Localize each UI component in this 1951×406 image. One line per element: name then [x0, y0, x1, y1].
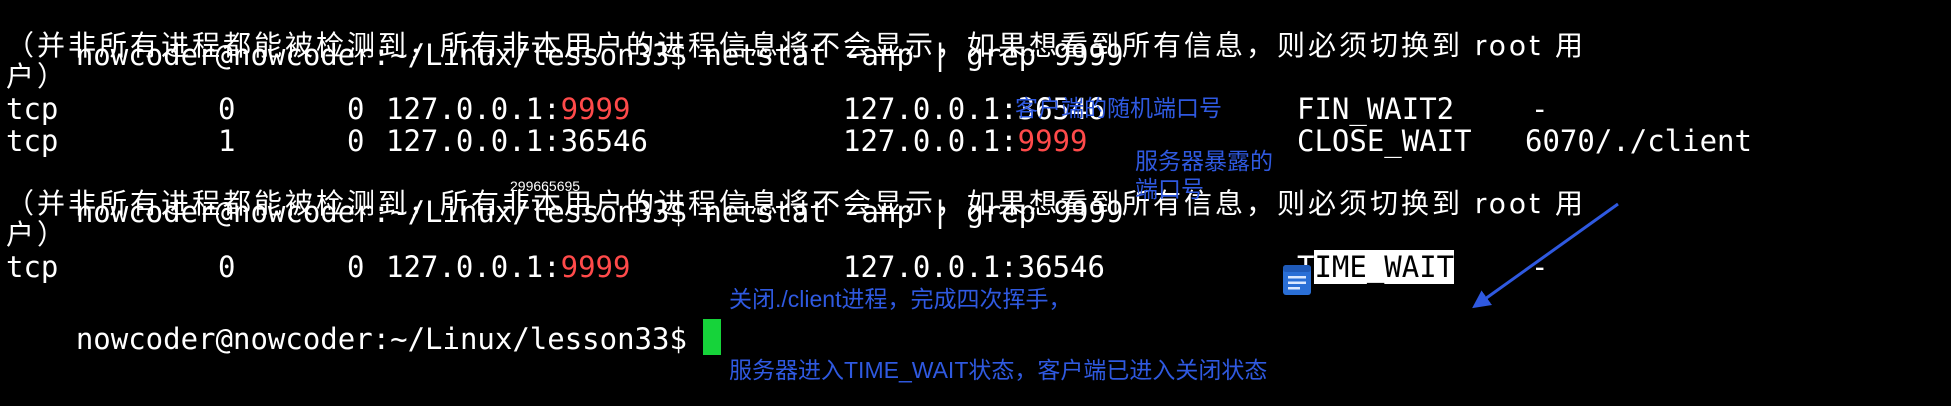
pid-cell: 6070/./client: [1525, 124, 1752, 158]
overlay-number: 299665695: [510, 178, 581, 194]
annotation-client-port: 客户端的随机端口号: [1015, 95, 1222, 121]
foreign-address-cell: 127.0.0.1:36546: [843, 247, 1105, 287]
terminal-window[interactable]: nowcoder@nowcoder:~/Linux/lesson33$ nets…: [0, 0, 1951, 406]
foreign-ip: 127.0.0.1:: [843, 250, 1018, 284]
cursor[interactable]: [702, 319, 721, 355]
annotation-server-port: 服务器暴露的 端口号: [1135, 148, 1273, 202]
state-cell: CLOSE_WAIT: [1297, 124, 1472, 158]
notice-line: （并非所有进程都能被检测到，所有非本用户的进程信息将不会显示，如果想看到所有信息…: [6, 29, 1586, 62]
annotation-server-state: 服务器进入TIME_WAIT状态，客户端已进入关闭状态: [729, 357, 1268, 383]
annotation-close-client: 关闭./client进程，完成四次挥手，: [729, 286, 1072, 312]
foreign-port: 36546: [1017, 250, 1105, 284]
command-line-3: nowcoder@nowcoder:~/Linux/lesson33$: [6, 279, 721, 356]
state-cell: TIME_WAIT: [1297, 247, 1455, 287]
shell-prompt: nowcoder@nowcoder:~/Linux/lesson33$: [75, 322, 687, 356]
state-selection: IME_WAIT: [1314, 250, 1455, 284]
notice-line: （并非所有进程都能被检测到，所有非本用户的进程信息将不会显示，如果想看到所有信息…: [6, 187, 1586, 220]
pid-cell: -: [1531, 250, 1549, 284]
note-icon[interactable]: [1279, 262, 1315, 298]
